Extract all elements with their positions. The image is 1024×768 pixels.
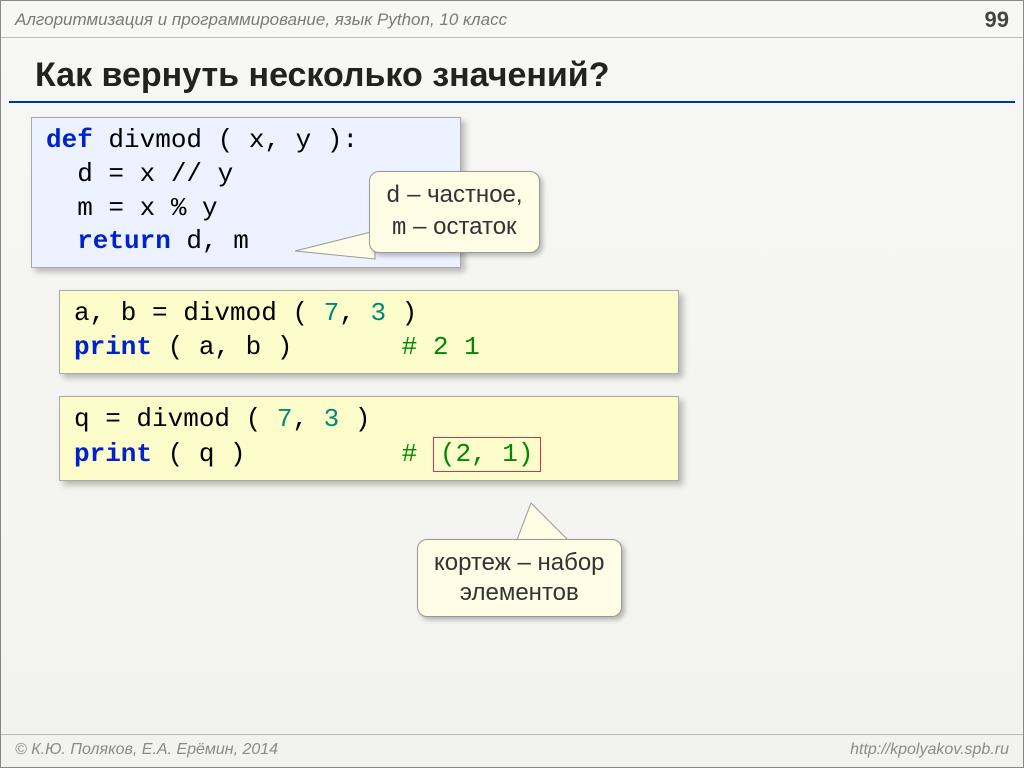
- content-area: def divmod ( x, y ): d = x // y m = x % …: [1, 103, 1023, 481]
- callout-divmod-explain: d – частное, m – остаток: [369, 171, 540, 253]
- header-bar: Алгоритмизация и программирование, язык …: [1, 1, 1023, 38]
- keyword-print: print: [74, 439, 152, 469]
- tuple-highlight: (2, 1): [433, 437, 541, 473]
- code-block-unpack: a, b = divmod ( 7, 3 ) print ( a, b ) # …: [59, 290, 679, 374]
- keyword-def: def: [46, 125, 93, 155]
- header-subject: Алгоритмизация и программирование, язык …: [15, 10, 507, 30]
- callout-tuple-explain: кортеж – набор элементов: [417, 539, 622, 617]
- code-block-tuple: q = divmod ( 7, 3 ) print ( q ) # (2, 1): [59, 396, 679, 482]
- slide-title: Как вернуть несколько значений?: [9, 38, 1015, 103]
- comment-result: # 2 1: [402, 332, 480, 362]
- page-number: 99: [985, 7, 1009, 33]
- keyword-print: print: [74, 332, 152, 362]
- keyword-return: return: [46, 226, 171, 256]
- footer-copyright: © К.Ю. Поляков, Е.А. Ерёмин, 2014: [15, 741, 278, 759]
- footer-url: http://kpolyakov.spb.ru: [850, 741, 1009, 759]
- footer-bar: © К.Ю. Поляков, Е.А. Ерёмин, 2014 http:/…: [1, 734, 1023, 767]
